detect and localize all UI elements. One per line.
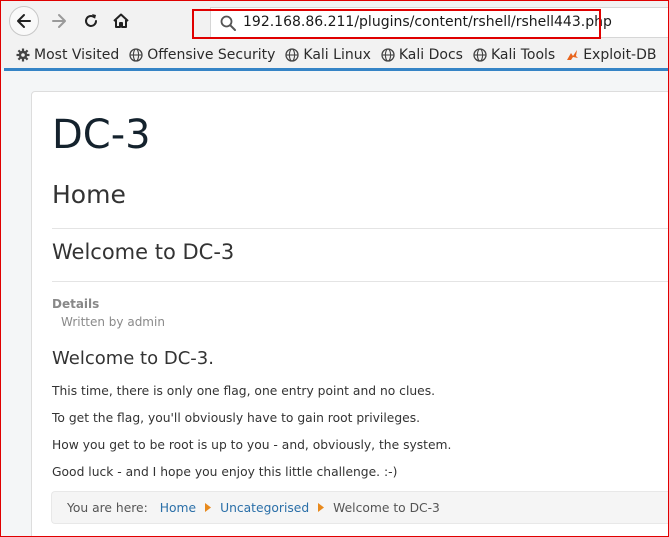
bookmark-label: Kali Docs [398,47,463,63]
bookmark-exploit-db[interactable]: Exploit-DB [565,47,657,63]
breadcrumb: You are here: Home Uncategorised Welcome… [51,491,669,524]
search-icon [220,15,236,31]
back-button[interactable] [9,6,39,36]
breadcrumb-separator-icon [205,503,212,512]
bookmark-kali-tools[interactable]: Kali Tools [473,47,555,63]
article-title: Welcome to DC-3 [52,240,235,264]
divider [52,281,669,282]
globe-icon [473,48,487,62]
bookmark-kali-linux[interactable]: Kali Linux [285,47,371,63]
arrow-right-icon [52,14,66,28]
breadcrumb-prefix: You are here: [67,500,148,515]
author-line: Written by admin [61,315,165,329]
globe-icon [129,48,143,62]
bookmark-label: Most Visited [34,47,120,63]
divider [52,228,669,229]
bookmark-label: Exploit-DB [583,47,657,63]
forward-button[interactable] [44,6,74,36]
browser-toolbar: 192.168.86.211/plugins/content/rshell/rs… [0,0,669,42]
url-text: 192.168.86.211/plugins/content/rshell/rs… [243,14,612,30]
site-title[interactable]: DC-3 [52,112,151,158]
page-content: DC-3 Home Welcome to DC-3 Details Writte… [4,71,669,537]
bookmark-kali-docs[interactable]: Kali Docs [381,47,463,63]
article-paragraph: This time, there is only one flag, one e… [52,384,436,398]
globe-icon [285,48,300,62]
article-paragraph: Good luck - and I hope you enjoy this li… [52,465,398,479]
article-paragraph: To get the flag, you'll obviously have t… [52,411,421,425]
bookmark-label: Kali Tools [490,47,556,63]
bookmark-label: Offensive Security [147,47,276,63]
breadcrumb-home-link[interactable]: Home [160,501,196,515]
article-body-heading: Welcome to DC-3. [52,348,214,369]
address-bar[interactable]: 192.168.86.211/plugins/content/rshell/rs… [210,7,669,38]
breadcrumb-current: Welcome to DC-3 [333,500,440,515]
article-paragraph: How you get to be root is up to you - an… [52,438,452,452]
globe-icon [381,48,395,62]
bookmarks-toolbar: Most Visited Offensive Security Kali Lin… [0,42,669,68]
reload-button[interactable] [76,6,106,36]
arrow-left-icon [17,14,31,28]
bookmark-offensive-security[interactable]: Offensive Security [129,47,275,63]
page-heading: Home [52,180,126,209]
bookmark-label: Kali Linux [303,47,371,63]
home-button[interactable] [106,6,136,36]
home-icon [113,13,129,28]
bookmark-most-visited[interactable]: Most Visited [16,47,119,63]
reload-icon [85,14,97,27]
gear-icon [16,48,30,62]
exploit-db-icon [567,50,579,60]
breadcrumb-separator-icon [318,503,325,512]
details-label: Details [52,297,100,311]
content-card: DC-3 Home Welcome to DC-3 Details Writte… [31,91,669,537]
breadcrumb-category-link[interactable]: Uncategorised [220,501,309,515]
